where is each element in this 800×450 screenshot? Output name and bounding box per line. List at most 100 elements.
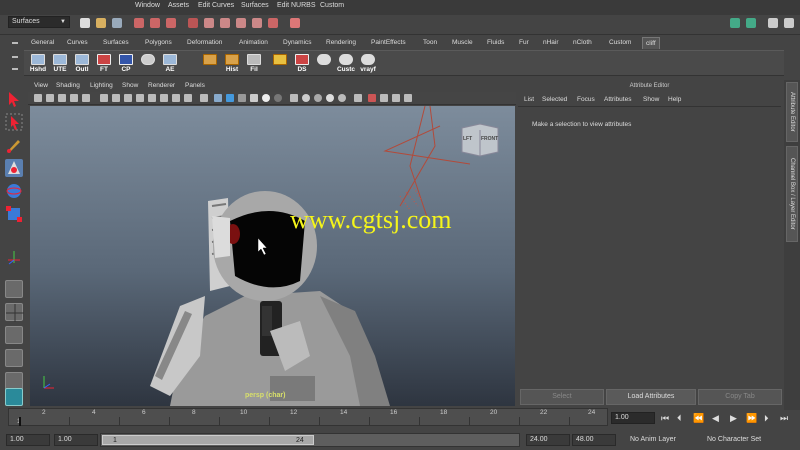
play-forward-icon[interactable]: ▶ xyxy=(730,413,737,424)
smooth-shade-icon[interactable] xyxy=(214,94,222,102)
menu-custom[interactable]: Custom xyxy=(320,2,344,9)
field-chart-icon[interactable] xyxy=(148,94,156,102)
shelf-button-grid[interactable] xyxy=(200,53,220,75)
copy-tab-button[interactable]: Copy Tab xyxy=(698,389,782,405)
shelf-button-script[interactable] xyxy=(314,53,334,75)
playback-start-field[interactable]: 1.00 xyxy=(54,434,98,446)
viewcube[interactable]: LFT FRONT xyxy=(458,122,502,158)
shelf-button-cp[interactable]: CP xyxy=(116,53,136,75)
panel-menu-panels[interactable]: Panels xyxy=(185,82,205,89)
time-slider[interactable]: 1 2 4 6 8 10 12 14 16 18 20 22 24 xyxy=(8,408,608,426)
shelf-tab-curves[interactable]: Curves xyxy=(64,37,91,49)
film-gate-icon[interactable] xyxy=(112,94,120,102)
shelf-button-magnify[interactable] xyxy=(138,53,158,75)
render-icon[interactable] xyxy=(730,18,740,28)
camera-attributes-icon[interactable] xyxy=(46,94,54,102)
ae-menu-help[interactable]: Help xyxy=(668,96,681,103)
step-forward-key-icon[interactable]: ⏩ xyxy=(746,413,757,424)
shadows-icon[interactable] xyxy=(274,94,282,102)
save-scene-icon[interactable] xyxy=(112,18,122,28)
snap-live-icon[interactable] xyxy=(268,18,278,28)
move-tool-icon[interactable] xyxy=(5,159,23,177)
lasso-tool-icon[interactable] xyxy=(5,113,23,131)
shelf-tab-fur[interactable]: Fur xyxy=(516,37,532,49)
panel-menu-renderer[interactable]: Renderer xyxy=(148,82,175,89)
select-camera-icon[interactable] xyxy=(34,94,42,102)
camera-lock-icon[interactable] xyxy=(354,94,362,102)
go-to-start-icon[interactable]: ⏮ xyxy=(661,413,669,424)
tab-attribute-editor[interactable]: Attribute Editor xyxy=(786,82,798,142)
snap-point-icon[interactable] xyxy=(236,18,246,28)
image-plane-icon[interactable] xyxy=(70,94,78,102)
shelf-tab-polygons[interactable]: Polygons xyxy=(142,37,175,49)
grid-toggle-icon[interactable] xyxy=(100,94,108,102)
tab-channel-box-layer-editor[interactable]: Channel Box / Layer Editor xyxy=(786,146,798,242)
panel-menu-view[interactable]: View xyxy=(34,82,48,89)
shelf-button-outl[interactable]: Outl xyxy=(72,53,92,75)
ae-menu-list[interactable]: List xyxy=(524,96,534,103)
snap-grid-icon[interactable] xyxy=(204,18,214,28)
channel-box-toggle-icon[interactable] xyxy=(768,18,778,28)
safe-action-icon[interactable] xyxy=(160,94,168,102)
go-to-end-icon[interactable]: ⏭ xyxy=(780,413,788,424)
character-set-select[interactable]: No Character Set xyxy=(707,434,761,446)
shelf-tab-dynamics[interactable]: Dynamics xyxy=(280,37,315,49)
textured-icon[interactable] xyxy=(250,94,258,102)
shelf-tab-nhair[interactable]: nHair xyxy=(540,37,562,49)
xray-icon[interactable] xyxy=(238,94,246,102)
snap-view-icon[interactable] xyxy=(252,18,262,28)
bookmark-icon[interactable] xyxy=(58,94,66,102)
shelf-tab-fluids[interactable]: Fluids xyxy=(484,37,507,49)
manipulator-tool-icon[interactable] xyxy=(5,248,23,266)
gate-mask-icon[interactable] xyxy=(136,94,144,102)
persp-graph-layout-icon[interactable] xyxy=(5,349,23,367)
shelf-button-checker[interactable] xyxy=(270,53,290,75)
shelf-button-hshd[interactable]: Hshd xyxy=(28,53,48,75)
panel-menu-shading[interactable]: Shading xyxy=(56,82,80,89)
ipr-render-icon[interactable] xyxy=(746,18,756,28)
step-back-frame-icon[interactable]: ⏴ xyxy=(677,413,682,424)
frame-all-icon[interactable] xyxy=(380,94,388,102)
four-pane-layout-icon[interactable] xyxy=(5,303,24,322)
ae-menu-attributes[interactable]: Attributes xyxy=(604,96,631,103)
tool-icon[interactable] xyxy=(5,388,23,406)
playback-end-field[interactable]: 24.00 xyxy=(526,434,570,446)
isolate-select-icon[interactable] xyxy=(290,94,298,102)
menu-edit-curves[interactable]: Edit Curves xyxy=(198,2,234,9)
current-time-marker[interactable] xyxy=(19,417,21,426)
shelf-button-ft[interactable]: FT xyxy=(94,53,114,75)
panel-menu-lighting[interactable]: Lighting xyxy=(90,82,113,89)
shelf-tab-rendering[interactable]: Rendering xyxy=(323,37,359,49)
shelf-menu-icon[interactable] xyxy=(10,40,20,74)
viewport-persp[interactable]: LFT FRONT xyxy=(30,106,515,406)
load-attributes-button[interactable]: Load Attributes xyxy=(606,389,696,405)
menu-window[interactable]: Window xyxy=(135,2,160,9)
shelf-tab-painteffects[interactable]: PaintEffects xyxy=(368,37,409,49)
shelf-tab-cliff[interactable]: cliff xyxy=(642,37,660,49)
select-by-hierarchy-icon[interactable] xyxy=(134,18,144,28)
menu-edit-nurbs[interactable]: Edit NURBS xyxy=(277,2,316,9)
select-tool-icon[interactable] xyxy=(5,90,23,108)
shelf-button-ae[interactable]: AE xyxy=(160,53,180,75)
single-pane-layout-icon[interactable] xyxy=(5,280,23,298)
persp-outliner-layout-icon[interactable] xyxy=(5,326,23,344)
new-scene-icon[interactable] xyxy=(80,18,90,28)
range-slider-handle[interactable]: 1 24 xyxy=(102,435,314,445)
shelf-tab-deformation[interactable]: Deformation xyxy=(184,37,225,49)
step-forward-frame-icon[interactable]: ⏵ xyxy=(764,413,769,424)
paint-select-tool-icon[interactable] xyxy=(5,136,23,154)
shelf-button-custc[interactable]: Custc xyxy=(336,53,356,75)
shelf-tab-animation[interactable]: Animation xyxy=(236,37,271,49)
animation-start-field[interactable]: 1.00 xyxy=(6,434,50,446)
hud-icon[interactable] xyxy=(368,94,376,102)
shelf-tab-general[interactable]: General xyxy=(28,37,57,49)
screen-space-ao-icon[interactable] xyxy=(302,94,310,102)
play-backward-icon[interactable]: ◀ xyxy=(712,413,719,424)
resolution-gate-icon[interactable] xyxy=(124,94,132,102)
shelf-tab-ncloth[interactable]: nCloth xyxy=(570,37,595,49)
shelf-tab-toon[interactable]: Toon xyxy=(420,37,440,49)
snap-curve-icon[interactable] xyxy=(220,18,230,28)
shelf-button-hist[interactable]: Hist xyxy=(222,53,242,75)
ae-menu-show[interactable]: Show xyxy=(643,96,659,103)
tool-settings-toggle-icon[interactable] xyxy=(784,18,794,28)
